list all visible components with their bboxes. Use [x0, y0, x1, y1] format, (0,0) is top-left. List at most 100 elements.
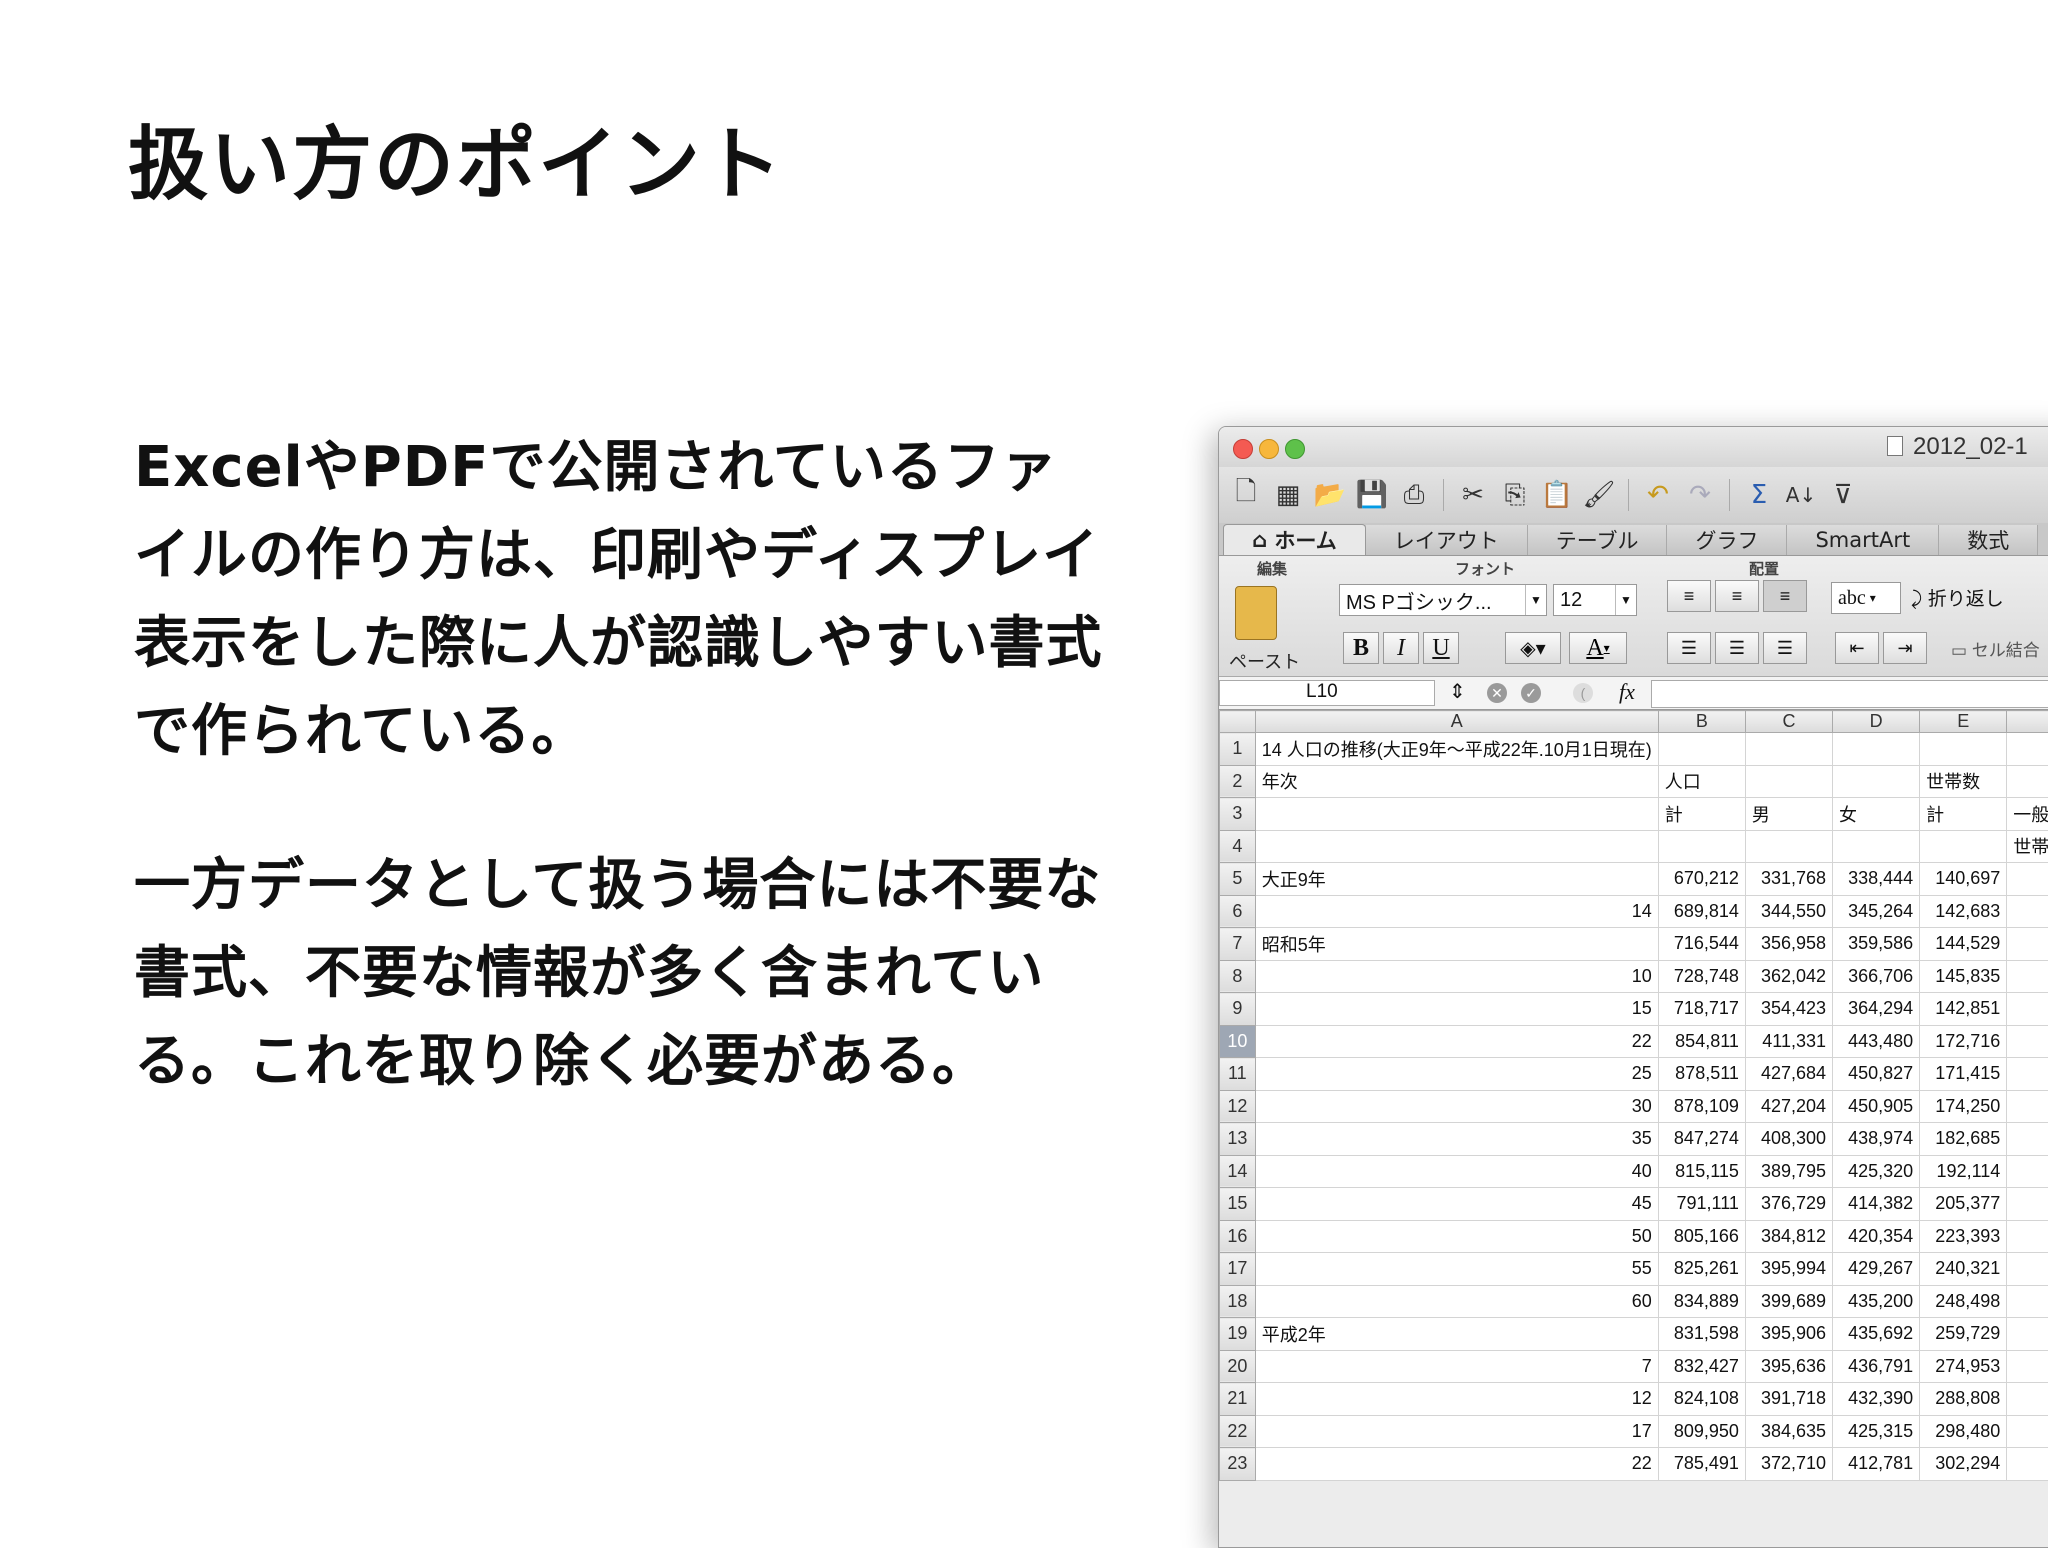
cell[interactable]: [1833, 830, 1920, 863]
row-header[interactable]: 21: [1220, 1383, 1256, 1416]
cell[interactable]: [1745, 830, 1832, 863]
cell[interactable]: 391,718: [1745, 1383, 1832, 1416]
cell[interactable]: 376,729: [1745, 1188, 1832, 1221]
italic-button[interactable]: I: [1383, 632, 1419, 664]
tab-table[interactable]: テーブル: [1528, 525, 1668, 555]
formula-builder-icon[interactable]: (: [1573, 683, 1593, 703]
cell[interactable]: 384,635: [1745, 1415, 1832, 1448]
cell[interactable]: 344,550: [1745, 895, 1832, 928]
row-header[interactable]: 13: [1220, 1123, 1256, 1156]
cell[interactable]: [1833, 765, 1920, 798]
cell[interactable]: 805,166: [1658, 1220, 1745, 1253]
text-orientation-select[interactable]: abc▾: [1831, 582, 1901, 614]
confirm-entry-icon[interactable]: ✓: [1521, 683, 1541, 703]
cell[interactable]: 395,906: [1745, 1318, 1832, 1351]
cell[interactable]: 世帯数: [1920, 765, 2007, 798]
cell[interactable]: 55: [1255, 1253, 1658, 1286]
cell[interactable]: 384,812: [1745, 1220, 1832, 1253]
row-header[interactable]: 6: [1220, 895, 1256, 928]
cell[interactable]: 345,264: [1833, 895, 1920, 928]
cell[interactable]: 359,586: [1833, 928, 1920, 961]
cell[interactable]: 815,115: [1658, 1155, 1745, 1188]
cell[interactable]: 429,267: [1833, 1253, 1920, 1286]
cell[interactable]: 425,320: [1833, 1155, 1920, 1188]
cell[interactable]: 831,598: [1658, 1318, 1745, 1351]
cell[interactable]: 425,315: [1833, 1415, 1920, 1448]
cell[interactable]: 7: [1255, 1350, 1658, 1383]
row-header[interactable]: 18: [1220, 1285, 1256, 1318]
cell[interactable]: 平成2年: [1255, 1318, 1658, 1351]
row-header[interactable]: 15: [1220, 1188, 1256, 1221]
cell[interactable]: 22: [1255, 1025, 1658, 1058]
cell[interactable]: [1658, 830, 1745, 863]
row-header[interactable]: 2: [1220, 765, 1256, 798]
cell[interactable]: 670,212: [1658, 863, 1745, 896]
cell[interactable]: 718,717: [1658, 993, 1745, 1026]
cell[interactable]: 878,511: [1658, 1058, 1745, 1091]
row-header[interactable]: 17: [1220, 1253, 1256, 1286]
cell[interactable]: 142,683: [1920, 895, 2007, 928]
cell[interactable]: 12: [1255, 1383, 1658, 1416]
cell[interactable]: 791,111: [1658, 1188, 1745, 1221]
row-header[interactable]: 19: [1220, 1318, 1256, 1351]
cell[interactable]: 223,393: [1920, 1220, 2007, 1253]
cell[interactable]: [2007, 863, 2048, 896]
cell[interactable]: [2007, 765, 2048, 798]
font-name-select[interactable]: MS Pゴシック...▼: [1339, 584, 1547, 616]
row-header[interactable]: 22: [1220, 1415, 1256, 1448]
print-icon[interactable]: ⎙: [1397, 478, 1431, 512]
cell[interactable]: 432,390: [1833, 1383, 1920, 1416]
row-header[interactable]: 9: [1220, 993, 1256, 1026]
increase-indent-icon[interactable]: ⇥: [1883, 632, 1927, 664]
cell[interactable]: 356,958: [1745, 928, 1832, 961]
cell[interactable]: [2007, 733, 2048, 766]
new-document-icon[interactable]: 🗋: [1229, 478, 1263, 512]
row-header[interactable]: 20: [1220, 1350, 1256, 1383]
copy-icon[interactable]: ⎘: [1498, 478, 1532, 512]
cell[interactable]: [1658, 733, 1745, 766]
align-center-icon[interactable]: ☰: [1715, 632, 1759, 664]
cell[interactable]: 大正9年: [1255, 863, 1658, 896]
cell[interactable]: 一般世: [2007, 798, 2048, 831]
open-folder-icon[interactable]: 📂: [1313, 478, 1347, 512]
minimize-window-button[interactable]: [1259, 439, 1279, 459]
cell[interactable]: 144,529: [1920, 928, 2007, 961]
cell[interactable]: 878,109: [1658, 1090, 1745, 1123]
cell[interactable]: 140,697: [1920, 863, 2007, 896]
font-size-select[interactable]: 12▼: [1553, 584, 1637, 616]
cell[interactable]: 145,835: [1920, 960, 2007, 993]
cell[interactable]: [2007, 1188, 2048, 1221]
cut-icon[interactable]: ✂: [1456, 478, 1490, 512]
cell[interactable]: 50: [1255, 1220, 1658, 1253]
cell[interactable]: 22: [1255, 1448, 1658, 1481]
cell[interactable]: 240,321: [1920, 1253, 2007, 1286]
cell[interactable]: [2007, 1155, 2048, 1188]
cell[interactable]: 205,377: [1920, 1188, 2007, 1221]
cell[interactable]: [1833, 733, 1920, 766]
cell[interactable]: 15: [1255, 993, 1658, 1026]
zoom-window-button[interactable]: [1285, 439, 1305, 459]
cell[interactable]: [1745, 733, 1832, 766]
cell[interactable]: 362,042: [1745, 960, 1832, 993]
undo-icon[interactable]: ↶: [1641, 478, 1675, 512]
paste-button-label[interactable]: ペースト: [1229, 648, 1300, 674]
cell[interactable]: [2007, 993, 2048, 1026]
column-header[interactable]: D: [1833, 711, 1920, 733]
align-bottom-icon[interactable]: ≡: [1763, 580, 1807, 612]
cell[interactable]: 259,729: [1920, 1318, 2007, 1351]
row-header[interactable]: 8: [1220, 960, 1256, 993]
cell[interactable]: [2007, 1123, 2048, 1156]
row-header[interactable]: 16: [1220, 1220, 1256, 1253]
cell[interactable]: 420,354: [1833, 1220, 1920, 1253]
cell[interactable]: 395,636: [1745, 1350, 1832, 1383]
row-header[interactable]: 5: [1220, 863, 1256, 896]
cell[interactable]: 689,814: [1658, 895, 1745, 928]
save-icon[interactable]: 💾: [1355, 478, 1389, 512]
column-header[interactable]: E: [1920, 711, 2007, 733]
template-gallery-icon[interactable]: ▦: [1271, 478, 1305, 512]
cell[interactable]: 182,685: [1920, 1123, 2007, 1156]
select-all-corner[interactable]: [1220, 711, 1256, 733]
cell[interactable]: 728,748: [1658, 960, 1745, 993]
cell[interactable]: 412,781: [1833, 1448, 1920, 1481]
cell[interactable]: 248,498: [1920, 1285, 2007, 1318]
